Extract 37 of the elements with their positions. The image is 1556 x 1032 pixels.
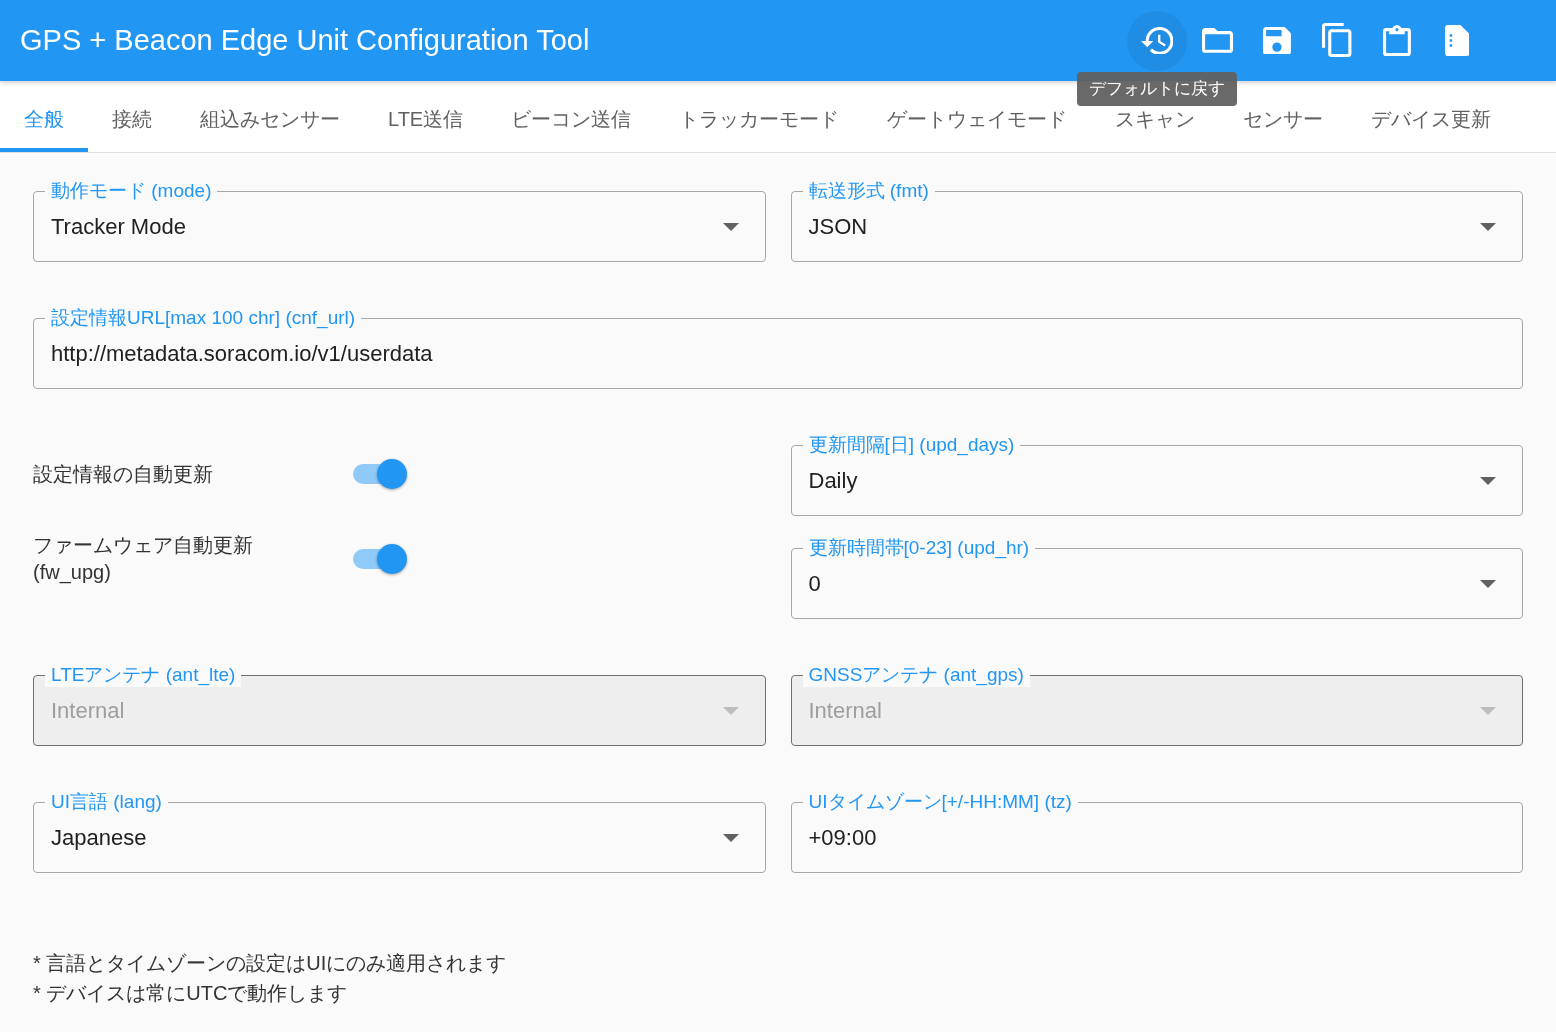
tab[interactable]: トラッカーモード <box>655 107 864 152</box>
tab[interactable]: ゲートウェイモード <box>863 107 1092 152</box>
switch-label: 設定情報の自動更新 <box>33 461 214 487</box>
field-label: 更新時間帯[0-23] (upd_hr) <box>802 536 1036 560</box>
dropdown-caret-icon <box>1480 579 1496 588</box>
dropdown-caret-icon <box>722 222 739 231</box>
document-icon <box>1444 25 1470 56</box>
tab[interactable]: ビーコン送信 <box>487 107 656 152</box>
tab[interactable]: 組込みセンサー <box>176 107 364 152</box>
clipboard-icon <box>1383 25 1411 56</box>
field-label: 設定情報URL[max 100 chr] (cnf_url) <box>45 306 362 330</box>
dropdown-caret-icon <box>722 706 739 715</box>
folder-icon <box>1201 28 1233 53</box>
field-label: 更新間隔[日] (upd_days) <box>802 433 1021 457</box>
dropdown-caret-icon <box>722 833 739 842</box>
dropdown-caret-icon <box>1480 222 1496 231</box>
toggle-switch[interactable] <box>353 544 407 574</box>
toggle-switch[interactable] <box>353 459 407 489</box>
tab[interactable]: センサー <box>1219 107 1348 152</box>
tab[interactable]: スキャン <box>1091 107 1220 152</box>
tooltip: デフォルトに戻す <box>1077 71 1237 106</box>
tab[interactable]: デバイス更新 <box>1347 107 1516 152</box>
field-label: UIタイムゾーン[+/-HH:MM] (tz) <box>802 790 1078 814</box>
dropdown-caret-icon <box>1480 706 1496 715</box>
tab[interactable]: LTE送信 <box>364 107 488 152</box>
tab[interactable]: 接続 <box>88 107 176 152</box>
switch-label: ファームウェア自動更新 (fw_upg) <box>33 533 254 586</box>
footnote: * デバイスは常にUTCで動作します <box>33 981 349 1006</box>
history-icon <box>1140 26 1174 55</box>
field-label: UI言語 (lang) <box>45 790 168 814</box>
field-label: 動作モード (mode) <box>45 179 218 203</box>
app-title: GPS + Beacon Edge Unit Configuration Tool <box>20 24 590 57</box>
dropdown-caret-icon <box>1480 476 1496 485</box>
copy-icon <box>1322 23 1352 58</box>
field-label: 転送形式 (fmt) <box>802 179 935 203</box>
footnote: * 言語とタイムゾーンの設定はUIにのみ適用されます <box>33 951 508 976</box>
save-icon <box>1263 26 1291 55</box>
